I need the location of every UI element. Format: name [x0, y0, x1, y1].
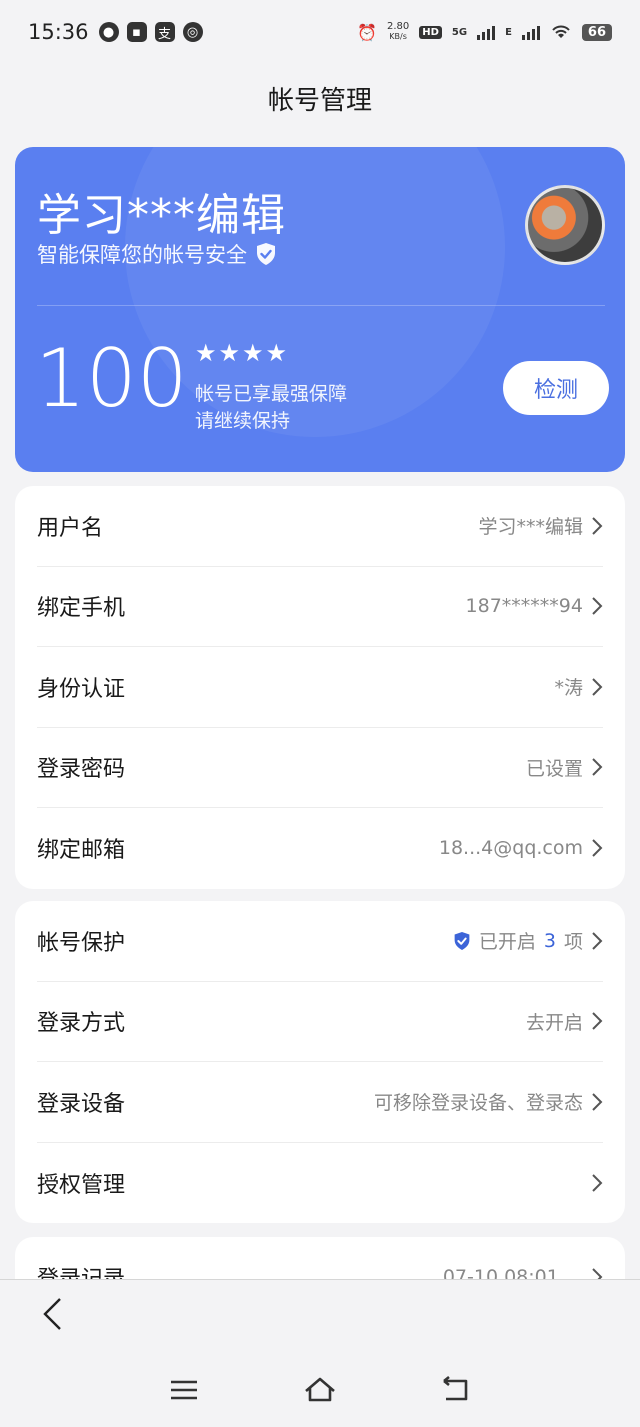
account-name: 学习***编辑 [37, 190, 286, 241]
protection-suffix: 项 [563, 931, 583, 954]
row-label: 绑定手机 [37, 596, 126, 622]
chevron-right-icon [592, 597, 603, 615]
row-account-protection[interactable]: 帐号保护 已开启 3 项 [37, 901, 603, 982]
home-icon[interactable] [302, 1374, 338, 1406]
menu-icon[interactable] [166, 1374, 202, 1406]
hero-divider [37, 305, 605, 306]
row-login-devices[interactable]: 登录设备 可移除登录设备、登录态 [37, 1062, 603, 1143]
signal-icon [477, 24, 496, 40]
check-button[interactable]: 检测 [503, 361, 609, 415]
protection-count: 3 [543, 929, 556, 952]
battery-icon: 66 [581, 23, 612, 41]
chevron-right-icon [592, 839, 603, 857]
alipay-icon: 支 [154, 22, 175, 42]
hero-subtitle-text: 智能保障您的帐号安全 [37, 243, 247, 267]
back-arrow-icon [43, 1298, 61, 1330]
system-nav-bar [0, 1360, 640, 1420]
row-label: 登录密码 [37, 757, 126, 783]
row-label: 帐号保护 [37, 930, 126, 956]
row-bound-email[interactable]: 绑定邮箱 18...4@qq.com [37, 808, 603, 889]
row-username[interactable]: 用户名 学习***编辑 [37, 486, 603, 567]
chevron-right-icon [592, 1174, 603, 1192]
row-authorization[interactable]: 授权管理 [37, 1143, 603, 1224]
shield-check-icon [454, 931, 470, 950]
account-info-card: 用户名 学习***编辑 绑定手机 187******94 身份认证 *涛 登录密… [15, 486, 625, 889]
hero-subtitle: 智能保障您的帐号安全 [37, 239, 277, 269]
avatar[interactable] [525, 185, 605, 265]
row-label: 登录方式 [37, 1011, 126, 1037]
chevron-right-icon [592, 932, 603, 950]
security-score: 100 [35, 332, 188, 425]
alarm-icon: ⏰ [357, 22, 377, 42]
chevron-right-icon [592, 517, 603, 535]
row-value: 18...4@qq.com [438, 837, 583, 860]
security-summary-card: 学习***编辑 智能保障您的帐号安全 100 ★★★★ 帐号已享最强保障 请继续… [15, 147, 625, 472]
signal-icon-2 [521, 24, 540, 40]
protection-status: 帐号已享最强保障 [195, 383, 348, 405]
bank-icon: ◎ [182, 22, 203, 42]
status-bar: 15:36 ● ▪ 支 ◎ ⏰ 2.80 KB/s HD 5G E 66 [0, 0, 640, 64]
row-value: 187******94 [465, 595, 583, 618]
protection-prefix: 已开启 [478, 931, 536, 954]
notification-icon: ▪ [126, 22, 147, 42]
row-value: 去开启 [525, 1011, 583, 1034]
row-value: 可移除登录设备、登录态 [373, 1092, 583, 1115]
net-speed: 2.80 KB/s [386, 21, 410, 42]
row-label: 绑定邮箱 [37, 838, 126, 864]
back-button[interactable] [34, 1292, 70, 1336]
status-right: ⏰ 2.80 KB/s HD 5G E 66 [357, 22, 612, 42]
shield-check-icon [257, 243, 275, 265]
chevron-right-icon [592, 1012, 603, 1030]
hd-badge: HD [419, 25, 442, 39]
e-label: E [505, 26, 512, 38]
chevron-right-icon [592, 1093, 603, 1111]
status-time: 15:36 [28, 20, 89, 44]
protection-hint: 请继续保持 [195, 410, 291, 432]
row-value: 学习***编辑 [478, 516, 583, 539]
page-title: 帐号管理 [267, 86, 372, 116]
notification-icons: ● ▪ 支 ◎ [98, 22, 203, 42]
row-identity[interactable]: 身份认证 *涛 [37, 647, 603, 728]
chevron-right-icon [592, 758, 603, 776]
wifi-icon [552, 25, 570, 38]
chevron-right-icon [592, 678, 603, 696]
star-rating: ★★★★ [195, 339, 290, 367]
row-label: 登录设备 [37, 1091, 126, 1117]
row-bound-phone[interactable]: 绑定手机 187******94 [37, 567, 603, 647]
5g-label: 5G [451, 26, 468, 38]
row-label: 身份认证 [37, 676, 126, 702]
row-value: *涛 [554, 677, 583, 700]
row-login-method[interactable]: 登录方式 去开启 [37, 982, 603, 1062]
row-label: 授权管理 [37, 1172, 126, 1198]
security-card: 帐号保护 已开启 3 项 登录方式 去开启 登录设备 可移除登录设备、登录态 授… [15, 901, 625, 1223]
row-login-password[interactable]: 登录密码 已设置 [37, 728, 603, 808]
row-value: 已设置 [525, 757, 583, 780]
row-label: 用户名 [37, 515, 104, 541]
back-nav-icon[interactable] [438, 1374, 474, 1406]
message-icon: ● [98, 22, 119, 42]
